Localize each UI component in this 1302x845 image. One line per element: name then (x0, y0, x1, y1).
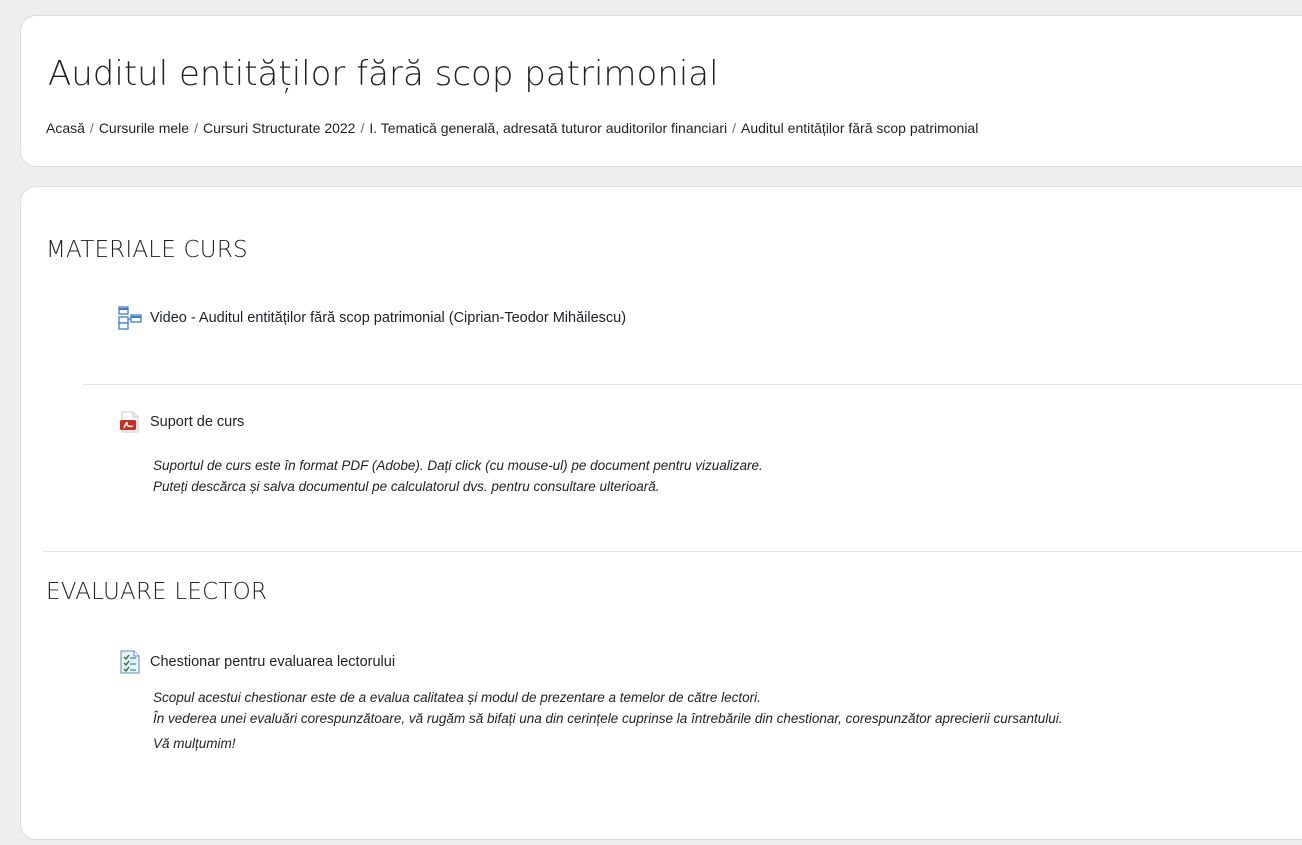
questionnaire-icon (118, 650, 142, 674)
pdf-icon (118, 410, 142, 434)
activity-suport-curs-description: Suportul de curs este în format PDF (Ado… (153, 455, 763, 497)
description-line: Puteți descărca și salva documentul pe c… (153, 479, 660, 494)
breadcrumb-separator: / (89, 120, 94, 136)
breadcrumb-general-theme[interactable]: I. Tematică generală, adresată tuturor a… (369, 120, 727, 136)
breadcrumb-structured-courses[interactable]: Cursuri Structurate 2022 (203, 120, 356, 136)
description-line: Vă mulțumim! (153, 736, 236, 751)
description-line: În vederea unei evaluări corespunzătoare… (153, 711, 1063, 726)
section-divider (43, 551, 1302, 552)
breadcrumb-current-course[interactable]: Auditul entităților fără scop patrimonia… (741, 120, 978, 136)
section-title-materiale-curs[interactable]: MATERIALE CURS (46, 237, 248, 263)
breadcrumb-separator: / (732, 120, 736, 136)
description-line: Scopul acestui chestionar este de a eval… (153, 690, 761, 705)
description-line: Suportul de curs este în format PDF (Ado… (153, 458, 763, 473)
activity-chestionar[interactable]: Chestionar pentru evaluarea lectorului (118, 650, 395, 674)
activity-suport-curs-link[interactable]: Suport de curs (150, 414, 244, 430)
activity-chestionar-description: Scopul acestui chestionar este de a eval… (153, 687, 1063, 754)
restriction-placeholder (94, 337, 369, 375)
section-title-evaluare-lector[interactable]: EVALUARE LECTOR (46, 579, 267, 605)
breadcrumb-home[interactable]: Acasă (46, 120, 85, 136)
breadcrumb-my-courses[interactable]: Cursurile mele (99, 120, 189, 136)
activity-suport-curs[interactable]: Suport de curs (118, 410, 244, 434)
course-content: MATERIALE CURS Video - Auditul entitățil… (20, 186, 1302, 840)
breadcrumb-separator: / (360, 120, 365, 136)
activity-video-link[interactable]: Video - Auditul entităților fără scop pa… (150, 310, 626, 326)
activity-chestionar-link[interactable]: Chestionar pentru evaluarea lectorului (150, 654, 395, 670)
page-header: Auditul entităților fără scop patrimonia… (20, 15, 1302, 167)
page-icon (118, 306, 142, 330)
activity-divider (83, 384, 1302, 385)
activity-video[interactable]: Video - Auditul entităților fără scop pa… (118, 306, 626, 330)
breadcrumb: Acasă / Cursurile mele / Cursuri Structurate… (46, 120, 978, 136)
breadcrumb-separator: / (194, 120, 198, 136)
page-title: Auditul entităților fără scop patrimonia… (48, 54, 719, 94)
